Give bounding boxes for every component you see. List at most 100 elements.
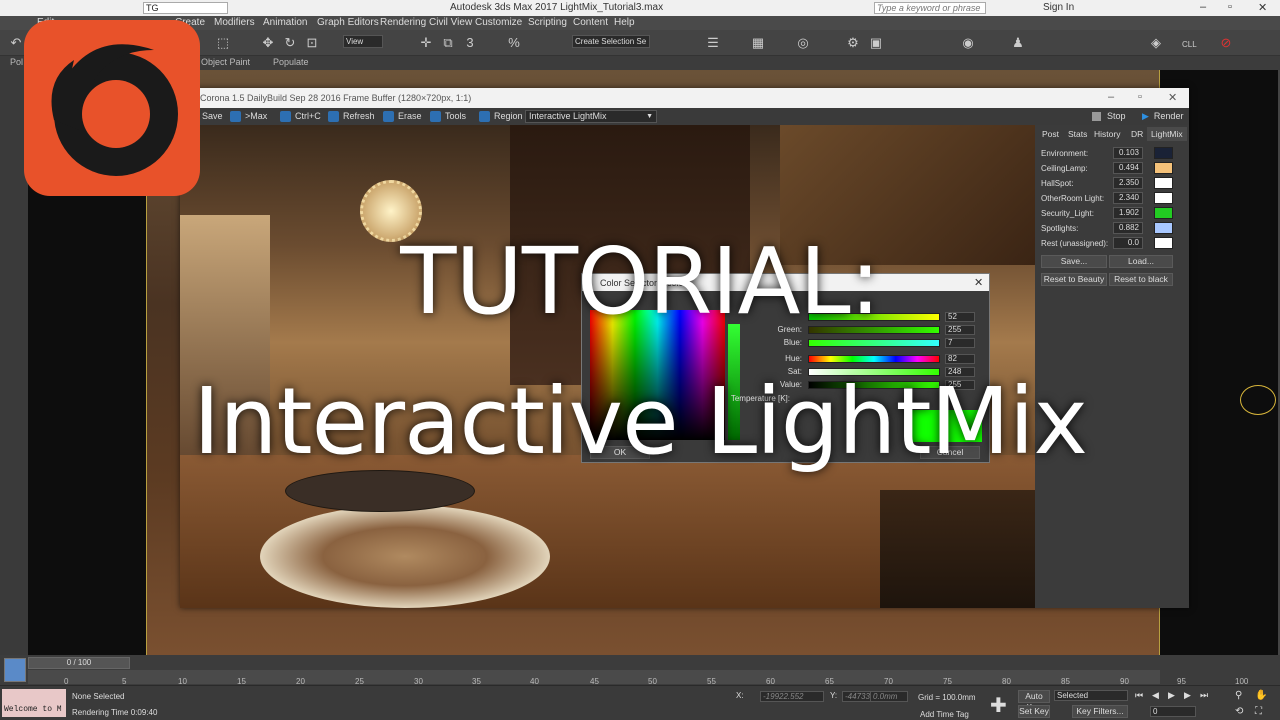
- fb-maximize-icon[interactable]: ▫: [1138, 91, 1142, 103]
- lightmix-label: CeilingLamp:: [1041, 164, 1088, 173]
- time-slider[interactable]: 0 / 100: [28, 657, 130, 669]
- render-frame-icon[interactable]: ▣: [868, 35, 884, 51]
- select-region-icon[interactable]: ⬚: [215, 35, 231, 51]
- snap-icon[interactable]: ⧉: [440, 35, 456, 51]
- undo-icon[interactable]: ↶: [8, 35, 24, 51]
- tab-stats[interactable]: Stats: [1068, 129, 1087, 139]
- zoom-icon[interactable]: ⚲: [1235, 690, 1242, 701]
- corona-icon[interactable]: ◉: [960, 35, 976, 51]
- menu-graph-editors[interactable]: Graph Editors: [317, 17, 379, 28]
- material-editor-icon[interactable]: ◎: [795, 35, 811, 51]
- z-coordinate-field[interactable]: 0.0mm: [870, 691, 908, 702]
- color-value[interactable]: 82: [945, 354, 975, 364]
- erase-button[interactable]: Erase: [383, 110, 422, 123]
- maxscript-listener[interactable]: Welcome to M: [2, 689, 66, 717]
- lightmix-color-swatch[interactable]: [1154, 162, 1173, 174]
- current-frame-field[interactable]: 0: [1150, 706, 1196, 717]
- tab-post[interactable]: Post: [1042, 129, 1059, 139]
- lightmix-value[interactable]: 2.350: [1113, 177, 1143, 189]
- key-filters-button[interactable]: Key Filters...: [1072, 705, 1128, 718]
- pivot-icon[interactable]: ✛: [418, 35, 434, 51]
- menu-content[interactable]: Content: [573, 17, 608, 28]
- pan-icon[interactable]: ✋: [1255, 690, 1267, 701]
- lightmix-value[interactable]: 1.902: [1113, 207, 1143, 219]
- ribbon-tab-object-paint[interactable]: Object Paint: [201, 57, 250, 67]
- ribbon-tab-populate[interactable]: Populate: [273, 57, 309, 67]
- menu-scripting[interactable]: Scripting: [528, 17, 567, 28]
- x-coordinate-field[interactable]: -19922.552: [760, 691, 824, 702]
- set-key-button[interactable]: Set Key: [1018, 705, 1050, 718]
- go-to-start-icon[interactable]: ⏮: [1135, 690, 1143, 701]
- tab-history[interactable]: History: [1094, 129, 1120, 139]
- render-button[interactable]: ▶ Render: [1142, 110, 1183, 123]
- render-setup-icon[interactable]: ⚙: [845, 35, 861, 51]
- move-icon[interactable]: ✥: [260, 35, 276, 51]
- to-max-button[interactable]: >Max: [230, 110, 267, 123]
- cll-label: CLL: [1182, 40, 1197, 49]
- refresh-button[interactable]: Refresh: [328, 110, 375, 123]
- region-button[interactable]: Region: [479, 110, 523, 123]
- lightmix-value[interactable]: 2.340: [1113, 192, 1143, 204]
- selection-set-dropdown[interactable]: Create Selection Se: [572, 35, 650, 48]
- stop-button[interactable]: Stop: [1092, 110, 1126, 123]
- save-button[interactable]: Save: [202, 110, 223, 123]
- overlay-title-line2: Interactive LightMix: [193, 368, 1088, 475]
- rotate-icon[interactable]: ↻: [282, 35, 298, 51]
- render-mode-dropdown[interactable]: Interactive LightMix ▼: [525, 110, 657, 123]
- play-animation-icon[interactable]: ▶: [1168, 690, 1175, 701]
- maximize-icon[interactable]: ▫: [1228, 1, 1232, 13]
- set-key-icon[interactable]: ✚: [990, 693, 1007, 718]
- lightmix-color-swatch[interactable]: [1154, 207, 1173, 219]
- layer-icon[interactable]: ☰: [705, 35, 721, 51]
- color-slider[interactable]: [808, 339, 940, 347]
- fb-close-icon[interactable]: ✕: [1168, 91, 1177, 104]
- copy-button[interactable]: Ctrl+C: [280, 110, 321, 123]
- tools-button[interactable]: Tools: [430, 110, 466, 123]
- go-to-end-icon[interactable]: ⏭: [1200, 690, 1208, 701]
- lightmix-color-swatch[interactable]: [1154, 147, 1173, 159]
- stop-render-icon[interactable]: ⊘: [1218, 35, 1234, 51]
- menu-animation[interactable]: Animation: [263, 17, 307, 28]
- tv-cabinet: [880, 490, 1035, 608]
- menu-rendering[interactable]: Rendering: [380, 17, 426, 28]
- color-row-blue: Blue: 7: [742, 338, 987, 348]
- lightmix-value[interactable]: 0.494: [1113, 162, 1143, 174]
- orbit-icon[interactable]: ⟲: [1235, 706, 1243, 717]
- add-time-tag[interactable]: Add Time Tag: [920, 710, 969, 719]
- search-input[interactable]: Type a keyword or phrase: [874, 2, 986, 14]
- menu-modifiers[interactable]: Modifiers: [214, 17, 255, 28]
- tab-lightmix[interactable]: LightMix: [1147, 127, 1187, 141]
- color-slider[interactable]: [808, 355, 940, 363]
- reference-coord-dropdown[interactable]: View: [343, 35, 383, 48]
- auto-key-button[interactable]: Auto Key: [1018, 690, 1050, 712]
- tab-dr[interactable]: DR: [1131, 129, 1143, 139]
- percent-snap-icon[interactable]: %: [506, 35, 522, 51]
- lightmix-color-swatch[interactable]: [1154, 177, 1173, 189]
- color-value[interactable]: 7: [945, 338, 975, 348]
- copy-label: Ctrl+C: [295, 111, 321, 121]
- menu-help[interactable]: Help: [614, 17, 635, 28]
- viewport-icon[interactable]: ◈: [1148, 35, 1164, 51]
- minimize-icon[interactable]: –: [1200, 1, 1206, 13]
- time-config-icon[interactable]: [4, 658, 26, 682]
- workspace-select[interactable]: TG: [143, 2, 228, 14]
- next-frame-icon[interactable]: ▶: [1184, 690, 1191, 701]
- ribbon-tab-polygon[interactable]: Pol: [10, 57, 23, 67]
- fb-minimize-icon[interactable]: –: [1108, 91, 1114, 103]
- close-icon[interactable]: ✕: [1258, 1, 1267, 14]
- lightmix-value[interactable]: 0.103: [1113, 147, 1143, 159]
- y-label: Y:: [830, 691, 838, 700]
- previous-frame-icon[interactable]: ◀: [1152, 690, 1159, 701]
- teapot-icon[interactable]: ♟: [1010, 35, 1026, 51]
- sign-in-link[interactable]: Sign In: [1043, 2, 1074, 13]
- menu-civil-view[interactable]: Civil View: [429, 17, 472, 28]
- x-label: X:: [736, 691, 744, 700]
- lightmix-color-swatch[interactable]: [1154, 192, 1173, 204]
- key-mode-dropdown[interactable]: Selected: [1054, 690, 1128, 701]
- schematic-icon[interactable]: ▦: [750, 35, 766, 51]
- maximize-viewport-icon[interactable]: ⛶: [1255, 706, 1262, 717]
- menu-customize[interactable]: Customize: [475, 17, 522, 28]
- snaps-3d-icon[interactable]: 3: [462, 35, 478, 51]
- scale-icon[interactable]: ⊡: [304, 35, 320, 51]
- to-max-label: >Max: [245, 111, 268, 121]
